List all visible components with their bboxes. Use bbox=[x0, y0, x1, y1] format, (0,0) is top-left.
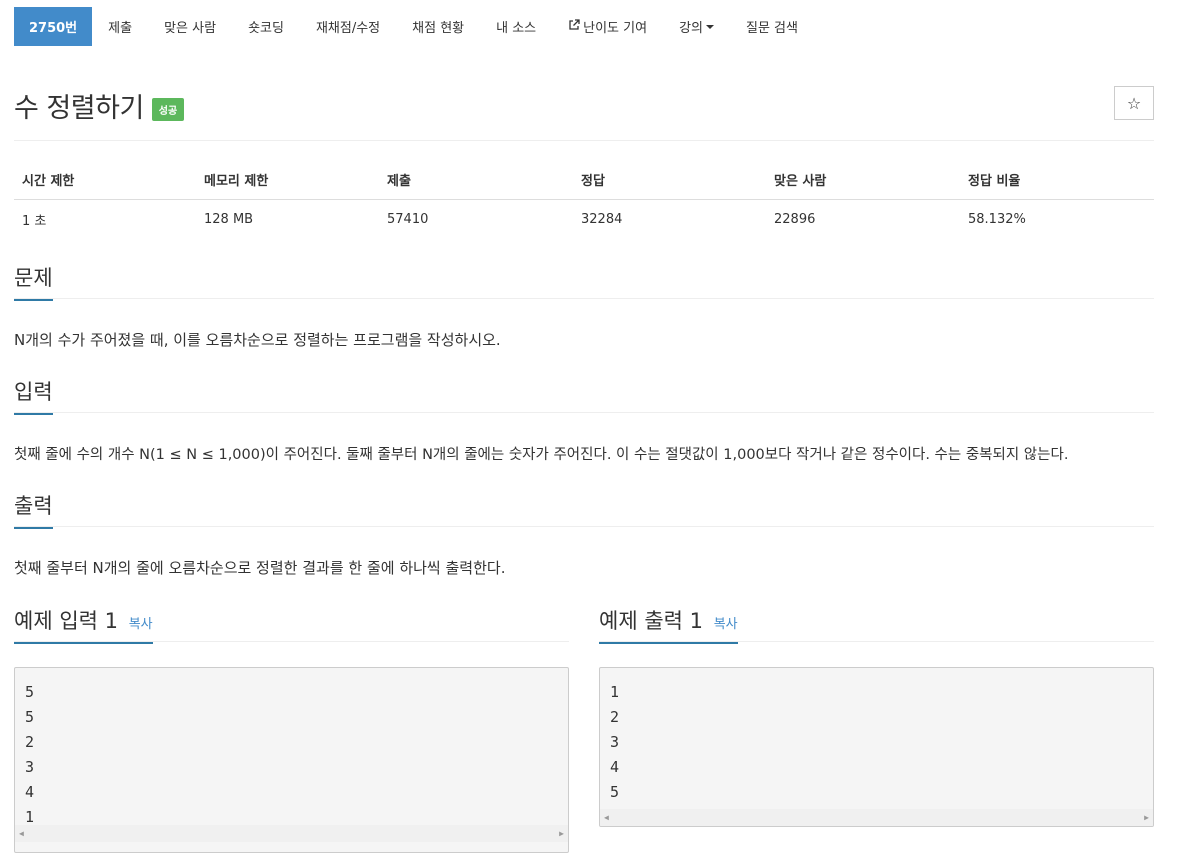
sample-output-lines: 1 2 3 4 5 bbox=[600, 668, 1153, 805]
status-badge: 성공 bbox=[151, 98, 185, 121]
sample-input-lines: 5 5 2 3 4 1 bbox=[15, 668, 568, 830]
table-cell: 22896 bbox=[774, 212, 816, 227]
favorite-star-button[interactable]: ☆ bbox=[1114, 86, 1154, 120]
section-divider bbox=[14, 526, 1154, 527]
sample-input-title: 예제 입력 1 bbox=[14, 609, 118, 633]
nav-tab-question-search-label: 질문 검색 bbox=[746, 21, 798, 36]
nav-tab-submit-label: 제출 bbox=[108, 21, 133, 36]
sample-line: 3 bbox=[610, 733, 620, 751]
sample-output-box[interactable]: 1 2 3 4 5 ◀ ▶ bbox=[599, 667, 1154, 827]
problem-section-title: 문제 bbox=[14, 262, 53, 301]
scroll-left-icon[interactable]: ◀ bbox=[604, 813, 609, 822]
sample-output-title: 예제 출력 1 bbox=[599, 609, 703, 633]
input-section-header: 입력 bbox=[14, 376, 53, 415]
copy-sample-input-button[interactable]: 복사 bbox=[129, 617, 153, 632]
sample-line: 3 bbox=[25, 758, 35, 776]
nav-tab-solved-users-label: 맞은 사람 bbox=[164, 21, 217, 36]
scroll-left-icon[interactable]: ◀ bbox=[19, 829, 24, 838]
nav-tab-difficulty-label: 난이도 기여 bbox=[583, 21, 648, 36]
horizontal-scrollbar[interactable]: ◀ ▶ bbox=[15, 825, 568, 842]
table-header-cell: 정답 bbox=[573, 160, 766, 200]
sample-line: 2 bbox=[25, 733, 35, 751]
nav-tab-question-search[interactable]: 질문 검색 bbox=[730, 7, 814, 46]
sample-line: 5 bbox=[25, 683, 35, 701]
sample-line: 4 bbox=[610, 758, 620, 776]
nav-tab-my-source-label: 내 소스 bbox=[496, 21, 537, 36]
sample-line: 4 bbox=[25, 783, 35, 801]
table-cell: 128 MB bbox=[204, 212, 254, 227]
table-header-row: 시간 제한 메모리 제한 제출 정답 맞은 사람 정답 비율 bbox=[14, 160, 1154, 200]
problem-description: N개의 수가 주어졌을 때, 이를 오름차순으로 정렬하는 프로그램을 작성하시… bbox=[14, 331, 501, 349]
table-header-cell: 정답 비율 bbox=[960, 160, 1154, 200]
nav-tab-lecture-dropdown[interactable]: 강의 bbox=[663, 7, 730, 46]
page-title: 수 정렬하기 bbox=[14, 93, 144, 124]
table-header-cell: 제출 bbox=[379, 160, 573, 200]
nav-tab-rejudge-label: 재채점/수정 bbox=[315, 21, 381, 36]
star-icon: ☆ bbox=[1126, 93, 1142, 113]
sample-output-header: 예제 출력 1 복사 bbox=[599, 605, 738, 644]
external-link-icon bbox=[568, 19, 580, 34]
nav-tab-status-label: 채점 현황 bbox=[412, 21, 465, 36]
nav-tab-problem-label: 2750번 bbox=[29, 21, 78, 36]
nav-tab-status[interactable]: 채점 현황 bbox=[396, 7, 480, 46]
sample-line: 2 bbox=[610, 708, 620, 726]
problem-section-header: 문제 bbox=[14, 262, 53, 301]
sample-input-box[interactable]: 5 5 2 3 4 1 ◀ ▶ bbox=[14, 667, 569, 853]
sample-input-header: 예제 입력 1 복사 bbox=[14, 605, 153, 644]
nav-tab-submit[interactable]: 제출 bbox=[92, 7, 148, 46]
section-divider bbox=[14, 412, 1154, 413]
section-divider bbox=[14, 298, 1154, 299]
nav-tab-difficulty[interactable]: 난이도 기여 bbox=[552, 7, 663, 46]
table-cell: 32284 bbox=[581, 212, 623, 227]
sample-output-title-wrap: 예제 출력 1 복사 bbox=[599, 605, 738, 644]
scroll-right-icon[interactable]: ▶ bbox=[559, 829, 564, 838]
table-header-cell: 맞은 사람 bbox=[766, 160, 960, 200]
output-section-header: 출력 bbox=[14, 490, 53, 529]
nav-tab-short-coding[interactable]: 숏코딩 bbox=[232, 7, 300, 46]
horizontal-scrollbar[interactable]: ◀ ▶ bbox=[600, 809, 1153, 826]
problem-nav: 2750번 제출 맞은 사람 숏코딩 재채점/수정 채점 현황 내 소스 난이도… bbox=[14, 7, 814, 46]
title-divider bbox=[14, 140, 1154, 141]
output-section-title: 출력 bbox=[14, 490, 53, 529]
section-divider bbox=[599, 641, 1154, 642]
problem-info-table: 시간 제한 메모리 제한 제출 정답 맞은 사람 정답 비율 1 초 128 M… bbox=[14, 160, 1154, 239]
nav-tab-rejudge[interactable]: 재채점/수정 bbox=[300, 7, 396, 46]
sample-line: 5 bbox=[610, 783, 620, 801]
sample-input-title-wrap: 예제 입력 1 복사 bbox=[14, 605, 153, 644]
input-section-title: 입력 bbox=[14, 376, 53, 415]
section-divider bbox=[14, 641, 569, 642]
title-row: 수 정렬하기 성공 bbox=[14, 86, 185, 125]
caret-down-icon bbox=[706, 24, 714, 29]
output-description: 첫째 줄부터 N개의 줄에 오름차순으로 정렬한 결과를 한 줄에 하나씩 출력… bbox=[14, 559, 506, 577]
nav-tab-lecture-label: 강의 bbox=[679, 21, 703, 36]
table-cell: 57410 bbox=[387, 212, 429, 227]
table-cell: 1 초 bbox=[22, 214, 47, 229]
sample-line: 5 bbox=[25, 708, 35, 726]
table-cell: 58.132% bbox=[968, 212, 1026, 227]
scroll-right-icon[interactable]: ▶ bbox=[1144, 813, 1149, 822]
nav-tab-my-source[interactable]: 내 소스 bbox=[480, 7, 552, 46]
copy-sample-output-button[interactable]: 복사 bbox=[714, 617, 738, 632]
table-header-cell: 메모리 제한 bbox=[196, 160, 379, 200]
nav-tab-short-coding-label: 숏코딩 bbox=[248, 21, 284, 36]
table-header-cell: 시간 제한 bbox=[14, 160, 196, 200]
table-row: 1 초 128 MB 57410 32284 22896 58.132% bbox=[14, 200, 1154, 240]
nav-tab-solved-users[interactable]: 맞은 사람 bbox=[148, 7, 232, 46]
input-description: 첫째 줄에 수의 개수 N(1 ≤ N ≤ 1,000)이 주어진다. 둘째 줄… bbox=[14, 447, 1069, 463]
nav-tab-problem[interactable]: 2750번 bbox=[14, 7, 93, 46]
sample-line: 1 bbox=[610, 683, 620, 701]
